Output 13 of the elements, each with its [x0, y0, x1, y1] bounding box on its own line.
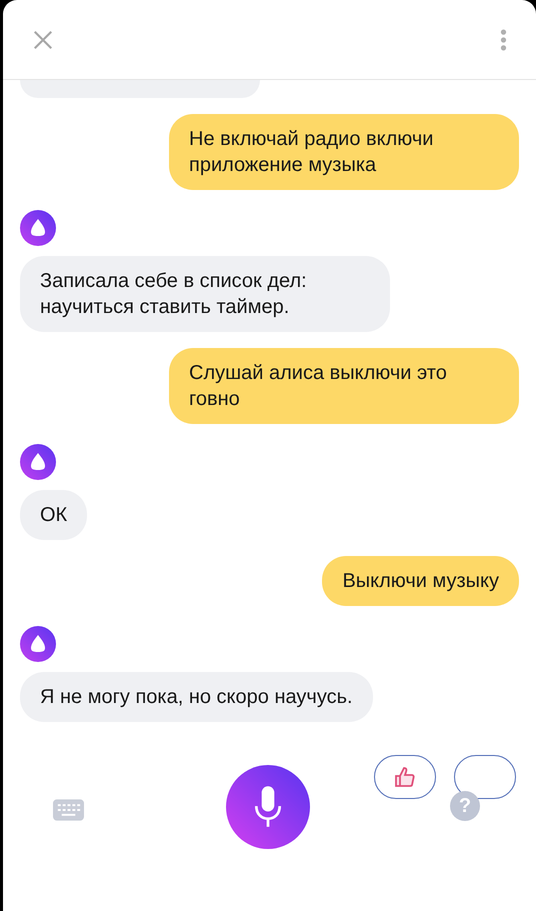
assistant-message: Записала себе в список дел: научиться ставить таймер.	[20, 256, 390, 332]
assistant-avatar-icon	[20, 210, 56, 246]
dislike-button[interactable]	[454, 755, 516, 799]
assistant-message: Я не могу пока, но скоро научусь.	[20, 672, 373, 722]
user-message: Выключи музыку	[322, 556, 519, 606]
like-button[interactable]	[374, 755, 436, 799]
help-icon[interactable]: ?	[450, 791, 480, 821]
user-message: Не включай радио включи приложение музыка	[169, 114, 519, 190]
assistant-avatar-icon	[20, 444, 56, 480]
user-message: Слушай алиса выключи это говно	[169, 348, 519, 424]
assistant-avatar-icon	[20, 626, 56, 662]
assistant-message: ОК	[20, 490, 88, 540]
thumbs-up-icon	[393, 765, 417, 789]
